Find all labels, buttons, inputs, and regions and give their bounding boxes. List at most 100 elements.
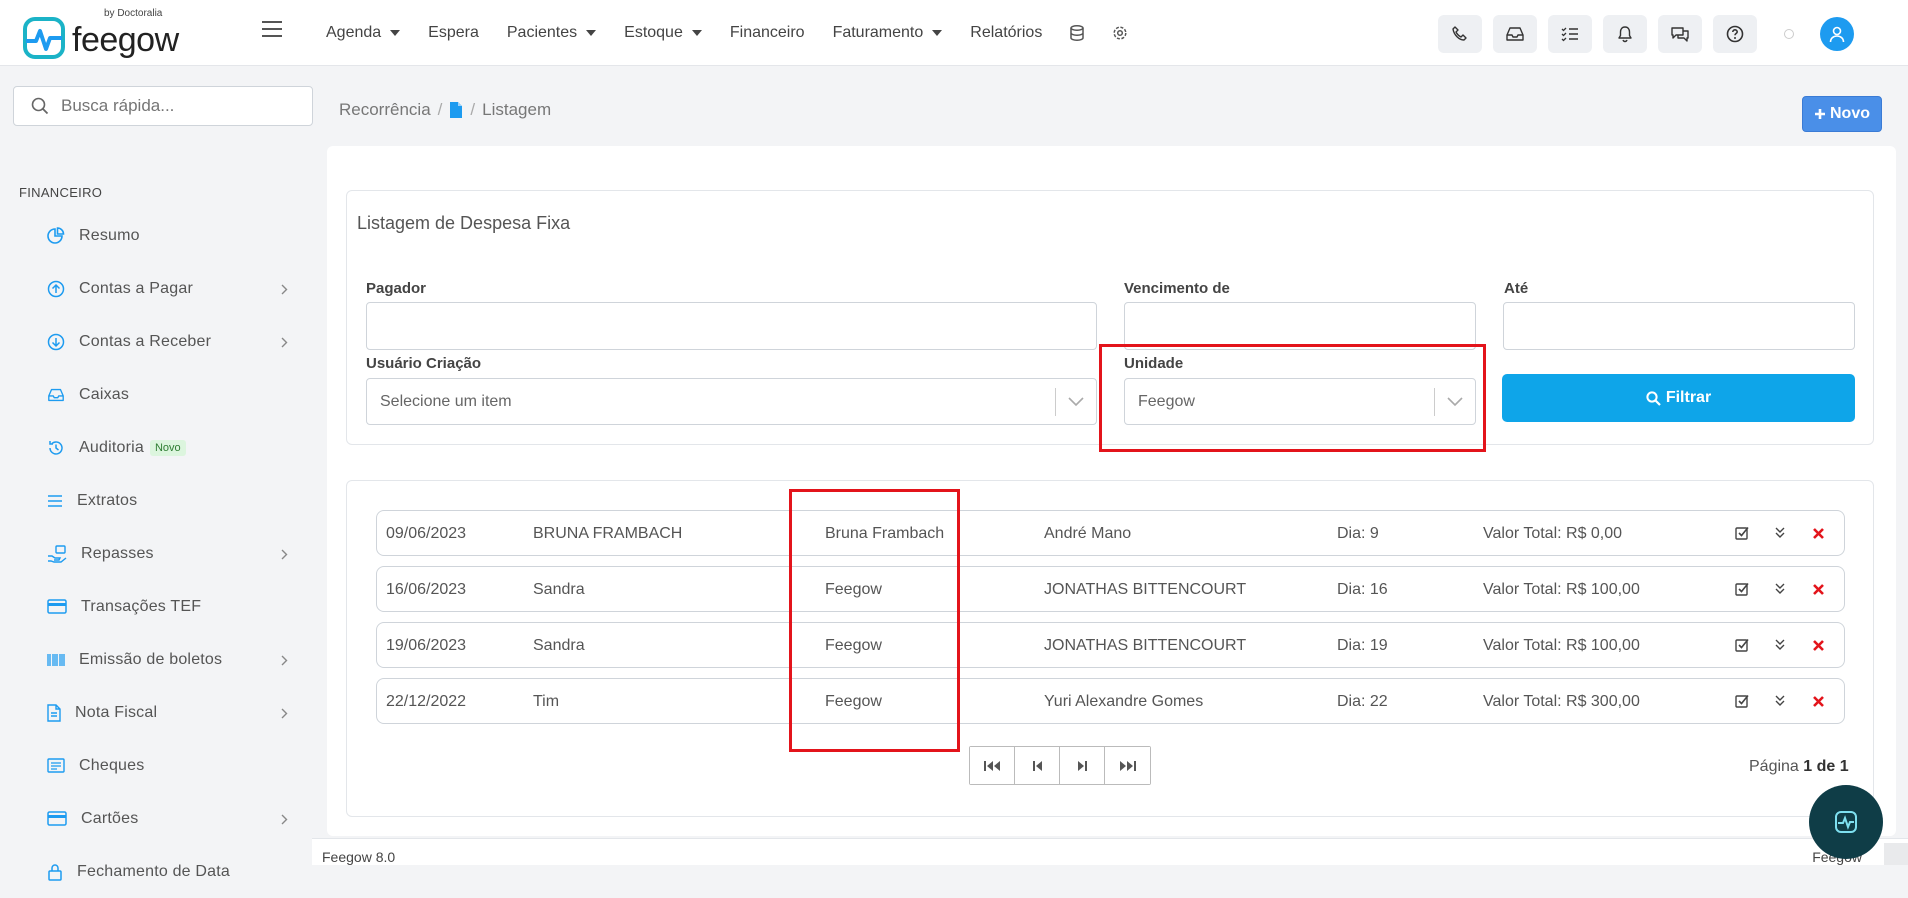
sidebar-item-transacoes-tef[interactable]: Transações TEF [0,580,312,633]
sidebar-item-label: Extratos [77,491,138,509]
chevron-down-icon [1068,396,1084,406]
chevrons-down-icon[interactable] [1775,583,1785,594]
nav-espera[interactable]: Espera [428,24,479,42]
page-title: Listagem de Despesa Fixa [357,213,571,233]
filtrar-button[interactable]: Filtrar [1502,374,1855,422]
sidebar-item-caixas[interactable]: Caixas [0,368,312,421]
ate-input[interactable] [1503,302,1855,350]
sidebar-item-extratos[interactable]: Extratos [0,474,312,527]
sidebar-item-label: Cartões [81,809,139,827]
sidebar-item-repasses[interactable]: Repasses [0,527,312,580]
inbox-icon [1506,27,1524,41]
nav-pacientes[interactable]: Pacientes [506,24,597,42]
row-user: JONATHAS BITTENCOURT [1044,637,1247,654]
list-item[interactable]: 09/06/2023 BRUNA FRAMBACH Bruna Frambach… [376,510,1845,556]
search-icon [1646,390,1661,406]
scroll-up-button[interactable] [1884,843,1908,865]
sidebar-item-fechamento-de-data[interactable]: Fechamento de Data [0,845,312,898]
delete-icon[interactable] [1813,528,1824,539]
messages-button[interactable] [1658,15,1702,53]
search-input[interactable] [61,96,301,116]
first-page-button[interactable] [970,747,1015,784]
chevrons-down-icon[interactable] [1775,695,1785,706]
credit-card-icon [47,599,67,614]
sidebar-item-auditoria[interactable]: Auditoria Novo [0,421,312,474]
check-square-icon[interactable] [1735,694,1749,708]
first-page-icon [984,760,1000,771]
prev-page-button[interactable] [1015,747,1060,784]
list-item[interactable]: 22/12/2022 Tim Feegow Yuri Alexandre Gom… [376,678,1845,724]
history-icon [49,440,63,455]
sidebar-item-contas-a-receber[interactable]: Contas a Receber [0,315,312,368]
sidebar-item-label: Cheques [79,756,145,774]
hamburger-icon[interactable] [262,20,284,38]
vencimento-de-input[interactable] [1124,302,1476,350]
sidebar-item-label: Transações TEF [81,597,202,615]
sidebar-item-label: Auditoria [79,438,144,456]
arrow-up-circle-icon [47,280,65,297]
vencimento-label: Vencimento de [1124,280,1230,297]
list-item[interactable]: 19/06/2023 Sandra Feegow JONATHAS BITTEN… [376,622,1845,668]
nav-agenda[interactable]: Agenda [326,24,401,42]
check-square-icon[interactable] [1735,582,1749,596]
sidebar-item-emissao-de-boletos[interactable]: Emissão de boletos [0,633,312,686]
chevrons-down-icon[interactable] [1775,639,1785,650]
sidebar-item-cartoes[interactable]: Cartões [0,792,312,845]
row-date: 09/06/2023 [386,525,467,542]
tasks-button[interactable] [1548,15,1592,53]
pagador-label: Pagador [366,280,427,297]
sidebar-item-label: Repasses [81,544,154,562]
list-item[interactable]: 16/06/2023 Sandra Feegow JONATHAS BITTEN… [376,566,1845,612]
check-square-icon[interactable] [1735,638,1749,652]
delete-icon[interactable] [1813,640,1824,651]
next-page-button[interactable] [1060,747,1105,784]
inbox-button[interactable] [1493,15,1537,53]
last-page-button[interactable] [1105,747,1150,784]
usuario-criacao-select[interactable]: Selecione um item [366,378,1097,425]
breadcrumb-root[interactable]: Recorrência [339,100,431,120]
novo-button[interactable]: Novo [1802,96,1882,132]
logo-mark-icon [23,17,65,59]
gear-icon[interactable] [1112,25,1128,41]
top-bar: feegow by Doctoralia Agenda Espera Pacie… [0,0,1908,66]
database-icon[interactable] [1070,25,1085,41]
row-day: Dia: 9 [1337,525,1379,542]
phone-button[interactable] [1438,15,1482,53]
nav-relatorios[interactable]: Relatórios [970,24,1042,42]
row-user: André Mano [1044,525,1132,542]
sidebar-item-contas-a-pagar[interactable]: Contas a Pagar [0,262,312,315]
nav-estoque[interactable]: Estoque [624,24,702,42]
delete-icon[interactable] [1813,696,1824,707]
highlight-box-unidade [1099,344,1486,452]
user-avatar[interactable] [1820,17,1854,51]
next-page-icon [1077,760,1087,771]
select-placeholder: Selecione um item [380,392,512,410]
caret-down-icon [691,30,702,36]
barcode-icon [47,653,65,666]
nav-label: Pacientes [506,24,578,41]
sidebar-item-label: Resumo [79,226,140,244]
sidebar-item-resumo[interactable]: Resumo [0,209,312,262]
row-name: BRUNA FRAMBACH [533,525,683,542]
sidebar-item-label: Fechamento de Data [77,862,231,880]
sidebar-item-nota-fiscal[interactable]: Nota Fiscal [0,686,312,739]
pagador-input[interactable] [366,302,1097,350]
check-square-icon[interactable] [1735,526,1749,540]
help-button[interactable] [1713,15,1757,53]
row-total: Valor Total: R$ 300,00 [1483,693,1640,710]
row-total: Valor Total: R$ 100,00 [1483,581,1640,598]
delete-icon[interactable] [1813,584,1824,595]
sidebar-item-cheques[interactable]: Cheques [0,739,312,792]
nav-faturamento[interactable]: Faturamento [833,24,943,42]
chevrons-down-icon[interactable] [1775,527,1785,538]
notifications-button[interactable] [1603,15,1647,53]
sidebar-item-label: Emissão de boletos [79,650,223,668]
credit-card-icon [47,811,67,826]
quick-search[interactable] [13,86,313,126]
status-indicator [1784,29,1794,39]
arrow-down-circle-icon [47,333,65,350]
user-icon [1829,26,1845,43]
support-chat-button[interactable] [1809,785,1883,859]
prev-page-icon [1032,760,1042,771]
nav-financeiro[interactable]: Financeiro [730,24,805,42]
